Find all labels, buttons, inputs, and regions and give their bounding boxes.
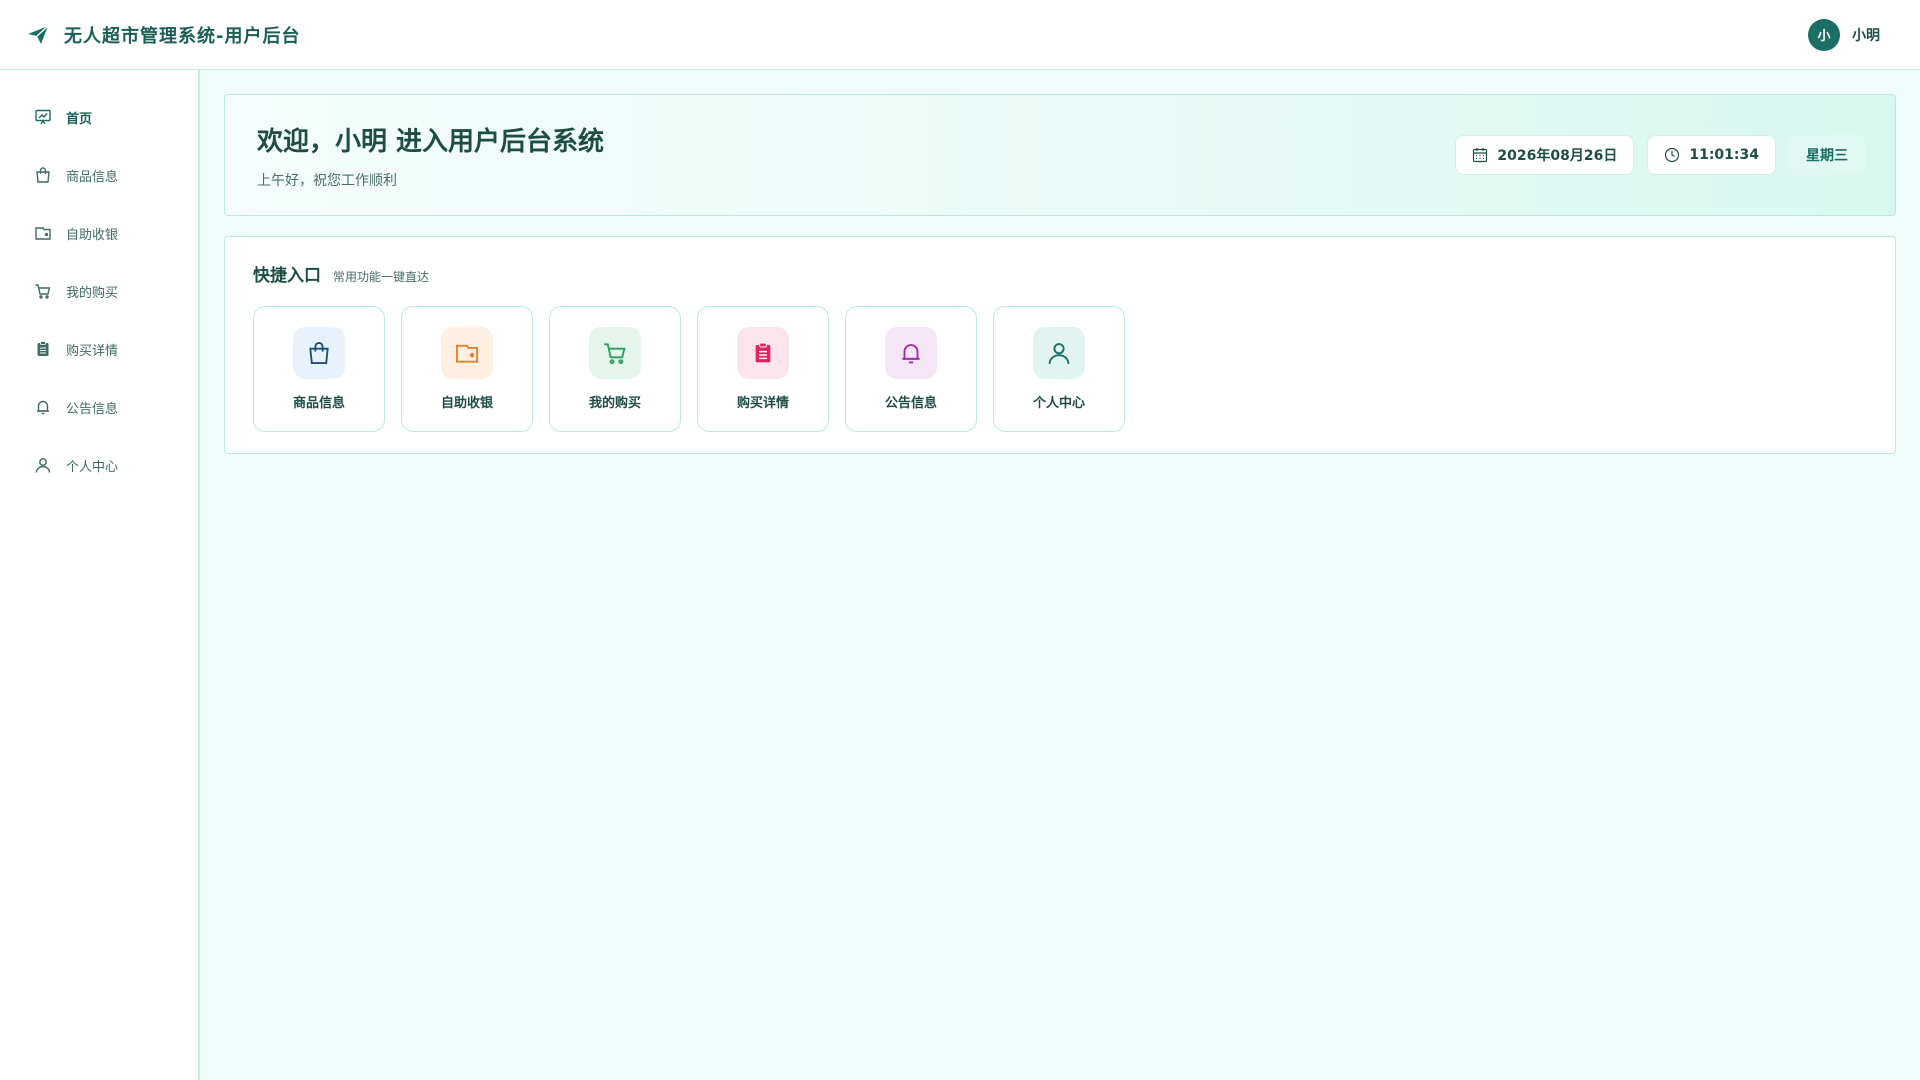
sidebar-item-label: 购买详情 (66, 343, 119, 359)
shopping-bag-icon (34, 166, 52, 184)
tile-label: 购买详情 (736, 396, 789, 411)
sidebar-item-label: 首页 (66, 111, 93, 127)
clock-icon (1664, 147, 1680, 163)
sidebar-item-label: 个人中心 (66, 459, 119, 475)
datetime-chips: 2026年08月26日 11:01:34 星期三 (1455, 135, 1865, 175)
sidebar-item-label: 公告信息 (66, 401, 119, 417)
wallet-icon (441, 327, 493, 379)
welcome-title: 欢迎，小明 进入用户后台系统 (257, 126, 605, 157)
welcome-text: 欢迎，小明 进入用户后台系统 上午好，祝您工作顺利 (257, 121, 604, 190)
weekday-text: 星期三 (1806, 148, 1848, 164)
quick-access-header: 快捷入口 常用功能一键直达 (253, 261, 1867, 286)
calendar-icon (1472, 147, 1488, 163)
sidebar-item-profile[interactable]: 个人中心 (0, 436, 198, 494)
app-title: 无人超市管理系统-用户后台 (64, 25, 301, 47)
cart-icon (34, 282, 52, 300)
user-name[interactable]: 小明 (1852, 25, 1880, 45)
tile-label: 我的购买 (588, 396, 641, 411)
user-menu[interactable]: 小 小明 (1808, 18, 1880, 51)
sidebar-item-label: 商品信息 (66, 169, 119, 185)
paper-plane-icon (26, 23, 50, 47)
sidebar-item-label: 我的购买 (66, 285, 119, 301)
presentation-chart-icon (34, 108, 52, 126)
quick-access-subtitle: 常用功能一键直达 (333, 270, 430, 284)
brand[interactable]: 无人超市管理系统-用户后台 (26, 22, 300, 48)
welcome-banner: 欢迎，小明 进入用户后台系统 上午好，祝您工作顺利 2026年08月26日 11… (224, 94, 1896, 216)
clipboard-icon (737, 327, 789, 379)
sidebar-item-products[interactable]: 商品信息 (0, 146, 198, 204)
tile-label: 商品信息 (292, 396, 345, 411)
sidebar-item-home[interactable]: 首页 (0, 88, 198, 146)
welcome-subtitle: 上午好，祝您工作顺利 (257, 172, 397, 189)
quick-access-tiles: 商品信息 自助收银 我的购买 购买详情 公告信息 个人中心 (253, 306, 1867, 432)
wallet-icon (34, 224, 52, 242)
quick-tile-purchase-details[interactable]: 购买详情 (697, 306, 829, 432)
sidebar-item-checkout[interactable]: 自助收银 (0, 204, 198, 262)
cart-icon (589, 327, 641, 379)
bell-icon (34, 398, 52, 416)
tile-label: 自助收银 (440, 396, 493, 411)
sidebar-item-my-purchases[interactable]: 我的购买 (0, 262, 198, 320)
quick-access-title: 快捷入口 (253, 266, 321, 286)
quick-tile-profile[interactable]: 个人中心 (993, 306, 1125, 432)
user-icon (1033, 327, 1085, 379)
weekday-chip: 星期三 (1789, 135, 1865, 175)
quick-tile-checkout[interactable]: 自助收银 (401, 306, 533, 432)
date-text: 2026年08月26日 (1497, 148, 1618, 164)
shopping-bag-icon (293, 327, 345, 379)
sidebar-item-announcements[interactable]: 公告信息 (0, 378, 198, 436)
sidebar: 首页 商品信息 自助收银 我的购买 购买详情 公告信息 个人中心 (0, 70, 200, 1080)
sidebar-item-label: 自助收银 (66, 227, 119, 243)
time-text: 11:01:34 (1689, 147, 1759, 163)
bell-icon (885, 327, 937, 379)
quick-tile-my-purchases[interactable]: 我的购买 (549, 306, 681, 432)
quick-tile-products[interactable]: 商品信息 (253, 306, 385, 432)
clipboard-icon (34, 340, 52, 358)
user-icon (34, 456, 52, 474)
date-chip: 2026年08月26日 (1455, 135, 1635, 175)
main-content: 欢迎，小明 进入用户后台系统 上午好，祝您工作顺利 2026年08月26日 11… (224, 94, 1896, 454)
tile-label: 个人中心 (1032, 396, 1085, 411)
avatar[interactable]: 小 (1808, 18, 1840, 51)
time-chip: 11:01:34 (1647, 135, 1776, 175)
quick-access-panel: 快捷入口 常用功能一键直达 商品信息 自助收银 我的购买 购买详情 公告信息 个… (224, 236, 1896, 454)
top-header: 无人超市管理系统-用户后台 小 小明 (0, 0, 1920, 70)
quick-tile-announcements[interactable]: 公告信息 (845, 306, 977, 432)
tile-label: 公告信息 (884, 396, 937, 411)
sidebar-item-purchase-details[interactable]: 购买详情 (0, 320, 198, 378)
